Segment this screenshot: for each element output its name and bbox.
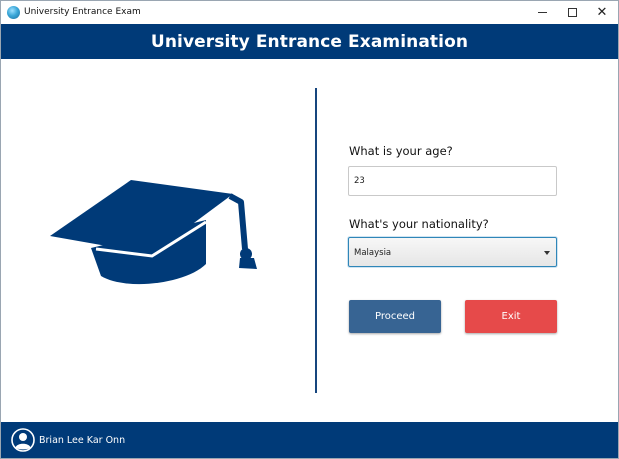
user-name: Brian Lee Kar Onn: [39, 435, 126, 446]
nationality-dropdown[interactable]: Malaysia: [348, 237, 557, 267]
proceed-button[interactable]: Proceed: [349, 300, 441, 333]
title-bar[interactable]: University Entrance Exam ✕: [1, 1, 618, 24]
user-avatar-icon: [11, 428, 35, 452]
window-title: University Entrance Exam: [24, 7, 141, 17]
maximize-icon: [567, 8, 577, 17]
maximize-button[interactable]: [557, 1, 587, 24]
vertical-divider: [315, 88, 317, 393]
globe-icon: [7, 6, 20, 19]
minimize-button[interactable]: [527, 1, 557, 24]
close-button[interactable]: ✕: [587, 1, 617, 24]
minimize-icon: [537, 12, 547, 13]
page-title: University Entrance Examination: [150, 31, 469, 52]
exit-button[interactable]: Exit: [465, 300, 557, 333]
chevron-down-icon[interactable]: [544, 251, 550, 255]
age-input[interactable]: [348, 166, 557, 196]
app-header: University Entrance Examination: [1, 24, 618, 59]
nationality-label: What's your nationality?: [349, 217, 489, 231]
app-window: University Entrance Exam ✕ University En…: [0, 0, 619, 459]
graduation-cap-icon: [50, 180, 257, 285]
age-label: What is your age?: [349, 144, 453, 158]
nationality-selected-value: Malaysia: [354, 248, 392, 258]
status-footer: Brian Lee Kar Onn: [1, 422, 618, 458]
close-icon: ✕: [596, 5, 608, 20]
